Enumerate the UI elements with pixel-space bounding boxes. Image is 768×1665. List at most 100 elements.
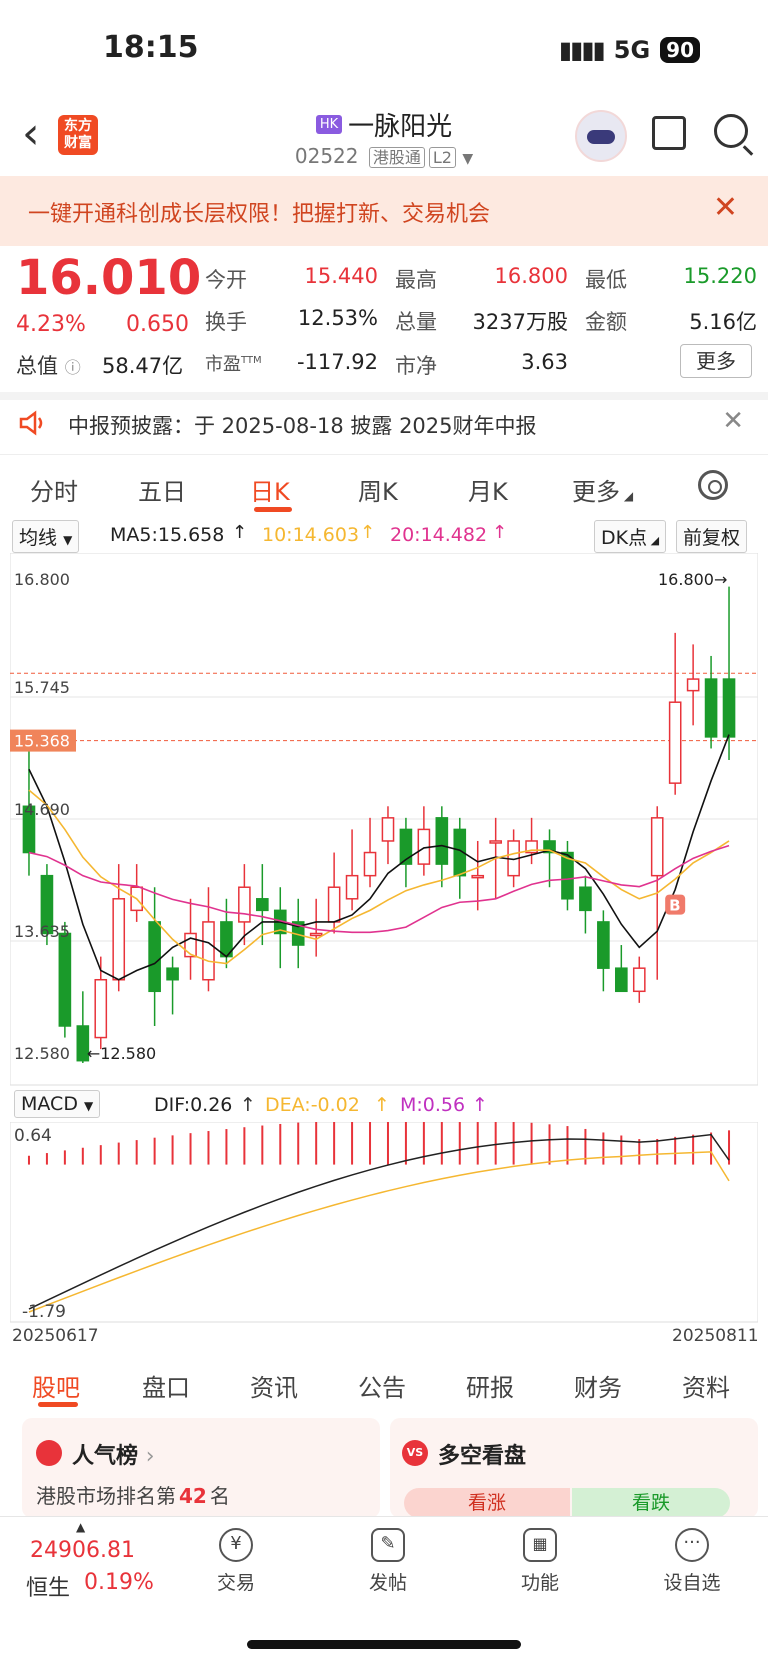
more-dots-icon: ···: [675, 1528, 709, 1562]
network-label: 5G: [613, 36, 651, 64]
up-arrow-icon: ↑: [374, 1094, 390, 1116]
ma10-value: 10:14.603: [262, 524, 360, 546]
start-date: 20250617: [12, 1326, 99, 1346]
popularity-title[interactable]: 人气榜 ›: [72, 1438, 155, 1470]
bullish-button[interactable]: 看涨: [404, 1488, 570, 1518]
post-button[interactable]: ✎ 发帖: [338, 1528, 438, 1595]
macd-chart[interactable]: [10, 1122, 758, 1324]
long-short-title[interactable]: 多空看盘: [438, 1438, 526, 1470]
candle-down: [58, 932, 72, 1027]
candle-up: [327, 886, 341, 923]
ma-selector[interactable]: 均线 ▼: [12, 520, 80, 553]
trade-button[interactable]: ¥ 交易: [186, 1528, 286, 1595]
turnover-value: 12.53%: [297, 306, 378, 330]
tab-news[interactable]: 资讯: [250, 1368, 298, 1403]
dif-value: DIF:0.26: [154, 1094, 233, 1116]
candle-down: [579, 886, 592, 912]
caret-up-icon: ▲: [76, 1520, 86, 1534]
m-value: M:0.56: [400, 1094, 466, 1116]
yen-coin-icon: ¥: [219, 1528, 253, 1562]
candle-up: [202, 921, 215, 981]
y-tick-label: 14.690: [14, 800, 70, 819]
close-icon[interactable]: ✕: [722, 406, 744, 436]
pb-label: 市净: [395, 354, 437, 378]
signal-icon: ▮▮▮▮: [558, 36, 606, 64]
add-watchlist-button[interactable]: ··· 设自选: [642, 1528, 742, 1595]
candle-down: [435, 817, 449, 865]
connect-tag: 港股通: [368, 147, 425, 168]
chart-frame: [10, 1122, 758, 1323]
candle-up: [112, 898, 126, 981]
dk-point-selector[interactable]: DK点 ◢: [594, 520, 667, 553]
tab-five-day[interactable]: 五日: [138, 472, 186, 507]
tab-daily-k[interactable]: 日K: [250, 472, 290, 507]
dropdown-icon: ▼: [462, 151, 474, 167]
candle-up: [345, 874, 359, 900]
more-button[interactable]: 更多: [680, 344, 752, 378]
candle-down: [256, 898, 269, 912]
divider: [0, 392, 768, 400]
tab-orderbook[interactable]: 盘口: [142, 1368, 190, 1403]
current-price: 16.010: [16, 250, 202, 306]
low-value: 15.220: [683, 264, 757, 288]
tab-intraday[interactable]: 分时: [30, 472, 78, 507]
current-price-label: 15.368: [14, 732, 70, 751]
buy-marker-label: B: [669, 897, 680, 915]
high-value: 16.800: [494, 264, 568, 288]
low-label: 最低: [585, 268, 627, 292]
volume-label: 总量: [395, 310, 437, 334]
info-icon[interactable]: ⓘ: [65, 358, 81, 377]
kline-chart[interactable]: 16.800 15.745 14.690 13.635 12.580 15.368 16.8…: [10, 553, 758, 1087]
tab-forum[interactable]: 股吧: [32, 1368, 80, 1403]
pb-value: 3.63: [521, 350, 568, 374]
up-arrow-icon: ↑: [472, 1094, 488, 1116]
assistant-avatar-icon[interactable]: [575, 110, 627, 162]
share-icon[interactable]: [652, 116, 686, 150]
notice-text[interactable]: 中报预披露：于 2025-08-18 披露 2025财年中报: [68, 410, 537, 440]
promo-banner-text[interactable]: 一键开通科创成长层权限！把握打新、交易机会: [28, 196, 490, 228]
tab-profile[interactable]: 资料: [682, 1368, 730, 1403]
candle-down: [615, 967, 628, 993]
functions-button[interactable]: ▦ 功能: [490, 1528, 590, 1595]
edit-icon: ✎: [371, 1528, 405, 1562]
macd-selector[interactable]: MACD ▼: [14, 1090, 101, 1118]
y-tick-label: 15.745: [14, 678, 70, 697]
tab-announcements[interactable]: 公告: [358, 1368, 406, 1403]
speaker-icon: [19, 410, 43, 436]
pe-value: -117.92: [296, 350, 378, 374]
candle-down: [148, 921, 161, 993]
candle-up: [381, 817, 395, 842]
tab-research[interactable]: 研报: [466, 1368, 514, 1403]
level-tag: L2: [428, 147, 456, 168]
adjust-selector[interactable]: 前复权: [676, 520, 748, 553]
tab-weekly-k[interactable]: 周K: [358, 472, 398, 507]
bearish-button[interactable]: 看跌: [572, 1488, 730, 1518]
popularity-rank-text: 港股市场排名第 42 名: [36, 1484, 230, 1508]
index-name[interactable]: 恒生: [26, 1570, 70, 1602]
tab-monthly-k[interactable]: 月K: [468, 472, 508, 507]
up-arrow-icon: ↑: [232, 522, 248, 543]
search-icon[interactable]: [714, 114, 748, 148]
y-tick-label: 16.800: [14, 570, 70, 589]
tab-finance[interactable]: 财务: [574, 1368, 622, 1403]
index-value[interactable]: 24906.81: [30, 1538, 135, 1563]
macd-y-top: 0.64: [14, 1126, 52, 1146]
y-tick-label: 13.635: [14, 922, 70, 941]
candle-up: [363, 851, 377, 877]
change-amount: 0.650: [126, 312, 189, 337]
candle-up: [184, 932, 197, 958]
tab-more[interactable]: 更多 ◢: [572, 472, 633, 507]
up-arrow-icon: ↑: [240, 1094, 256, 1116]
market-cap-label: 总值 ⓘ: [16, 354, 81, 378]
active-tab-indicator: [254, 507, 292, 512]
divider: [0, 454, 768, 455]
amount-value: 5.16亿: [689, 310, 757, 334]
dea-value: DEA:-0.02: [265, 1094, 360, 1116]
index-percent[interactable]: 0.19%: [84, 1570, 154, 1595]
macd-y-bottom: -1.79: [22, 1302, 66, 1322]
change-percent: 4.23%: [16, 312, 86, 337]
gear-icon[interactable]: [698, 470, 728, 500]
candle-down: [166, 967, 179, 981]
turnover-label: 换手: [205, 310, 247, 334]
close-icon[interactable]: ✕: [713, 190, 738, 225]
